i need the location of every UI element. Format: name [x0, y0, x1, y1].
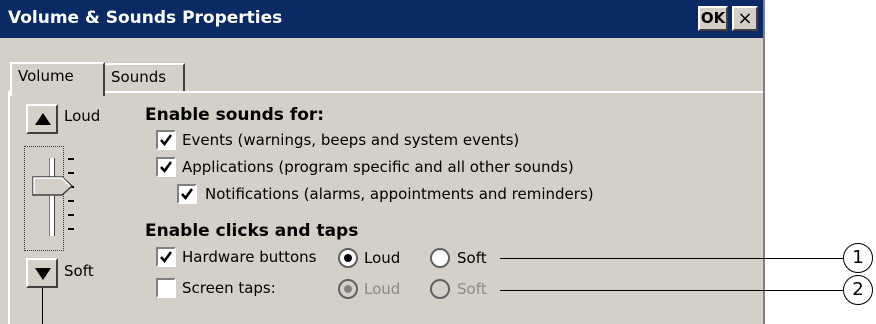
screen-loud-radio[interactable]: [338, 279, 358, 299]
checkmark-icon: [181, 188, 194, 201]
callout-line-slider: [42, 288, 43, 324]
screen-soft-label: Soft: [457, 280, 487, 298]
close-button[interactable]: ×: [732, 6, 758, 31]
properties-window: Volume & Sounds Properties OK × Sounds V…: [0, 0, 765, 324]
panel-border: [8, 91, 763, 93]
callout-line-2: [500, 290, 843, 291]
events-checkbox[interactable]: [156, 130, 176, 150]
radio-dot: [344, 254, 352, 262]
notifications-checkbox[interactable]: [177, 184, 197, 204]
hardware-soft-radio[interactable]: [430, 248, 450, 268]
screen-soft-radio[interactable]: [430, 279, 450, 299]
slider-tick: [68, 158, 74, 160]
checkmark-icon: [160, 251, 173, 264]
slider-tick: [68, 214, 74, 216]
volume-slider-thumb[interactable]: [32, 175, 74, 196]
window-title: Volume & Sounds Properties: [8, 8, 283, 28]
volume-slider-focus: [24, 146, 64, 251]
arrow-down-icon: [35, 268, 51, 280]
arrow-up-icon: [35, 113, 51, 125]
checkmark-icon: [160, 161, 173, 174]
title-bar: Volume & Sounds Properties OK ×: [0, 0, 763, 38]
hardware-loud-radio[interactable]: [338, 248, 358, 268]
volume-slider-track[interactable]: [49, 158, 55, 236]
tab-strip: Sounds Volume: [0, 38, 763, 96]
hardware-loud-label: Loud: [364, 249, 401, 267]
panel-border-left: [8, 91, 10, 324]
tab-volume[interactable]: Volume: [10, 62, 105, 96]
volume-soft-label: Soft: [64, 262, 94, 280]
volume-down-button[interactable]: [26, 258, 58, 288]
clicks-heading: Enable clicks and taps: [145, 221, 359, 241]
screen-taps-checkbox[interactable]: [156, 278, 176, 298]
hardware-buttons-checkbox[interactable]: [156, 247, 176, 267]
hardware-buttons-label: Hardware buttons: [182, 248, 317, 266]
screen-loud-label: Loud: [364, 280, 401, 298]
checkmark-icon: [160, 134, 173, 147]
hardware-soft-label: Soft: [457, 249, 487, 267]
callout-2: 2: [843, 275, 873, 305]
slider-tick: [68, 200, 74, 202]
slider-tick: [68, 172, 74, 174]
applications-checkbox[interactable]: [156, 157, 176, 177]
screen-taps-label: Screen taps:: [182, 279, 276, 297]
volume-up-button[interactable]: [26, 104, 58, 134]
slider-tick: [68, 228, 74, 230]
volume-loud-label: Loud: [64, 107, 101, 125]
events-label: Events (warnings, beeps and system event…: [182, 131, 520, 149]
applications-label: Applications (program specific and all o…: [182, 158, 574, 176]
tab-sounds[interactable]: Sounds: [105, 63, 185, 93]
sounds-heading: Enable sounds for:: [145, 105, 325, 125]
ok-button[interactable]: OK: [698, 6, 728, 31]
callout-line-1: [500, 258, 843, 259]
radio-dot: [344, 285, 352, 293]
notifications-label: Notifications (alarms, appointments and …: [205, 185, 594, 203]
callout-1: 1: [843, 243, 873, 273]
